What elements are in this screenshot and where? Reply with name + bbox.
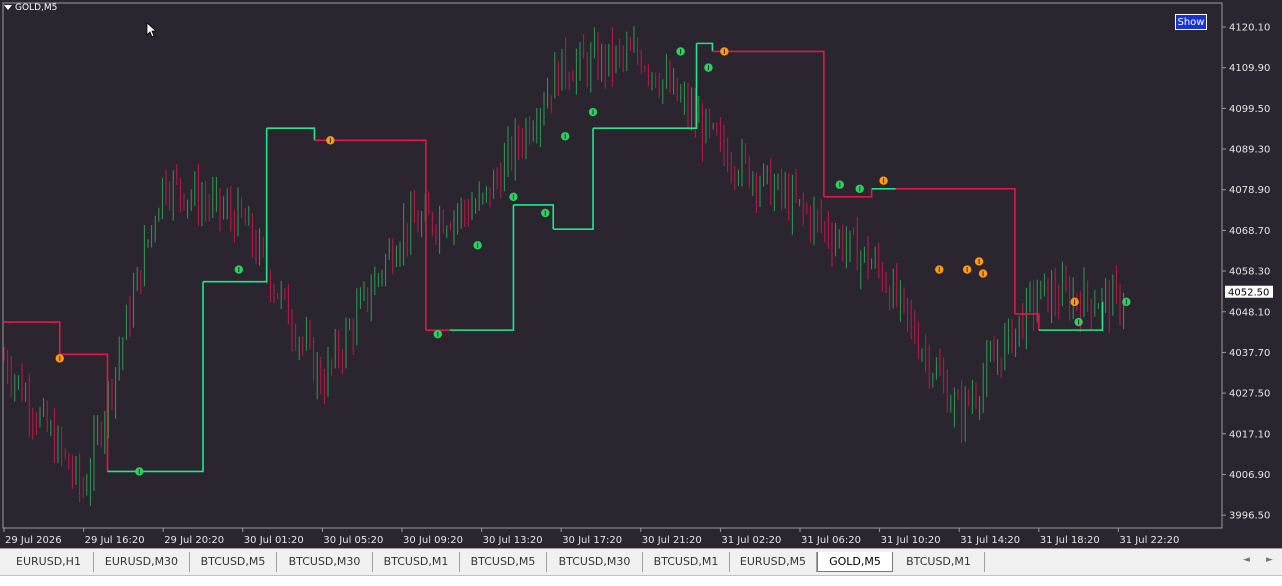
time-tick-label: 30 Jul 09:20	[403, 535, 463, 546]
trailing-stop-segment	[59, 353, 109, 472]
time-tick-label: 29 Jul 20:20	[164, 535, 224, 546]
chart-tab[interactable]: EURUSD,M5	[730, 552, 817, 572]
trailing-stop-segment	[449, 204, 515, 331]
current-price-label: 4052.50	[1228, 287, 1269, 298]
trailing-stop-segment	[4, 321, 61, 355]
trailing-stop-segment	[314, 139, 427, 331]
price-tick-label: 4027.50	[1229, 389, 1270, 400]
chart-tab[interactable]: BTCUSD,M5	[460, 552, 547, 572]
scroll-left-icon[interactable]: ◄	[1243, 555, 1250, 565]
toolbox-strip	[0, 575, 1282, 586]
mouse-cursor-icon	[146, 22, 158, 38]
trailing-stop-segment	[696, 42, 714, 52]
trailing-stop-segment	[513, 204, 555, 230]
show-button[interactable]: Show	[1175, 14, 1207, 30]
price-tick-label: 4068.70	[1229, 226, 1270, 237]
time-tick-label: 30 Jul 05:20	[323, 535, 383, 546]
chart-tab[interactable]: BTCUSD,M5	[190, 552, 277, 572]
price-tick-label: 4109.90	[1229, 63, 1270, 74]
trailing-stop-segment	[266, 127, 316, 141]
time-tick-label: 31 Jul 22:20	[1119, 535, 1179, 546]
price-tick-label: 4048.10	[1229, 307, 1270, 318]
time-tick-label: 31 Jul 18:20	[1040, 535, 1100, 546]
time-tick-label: 30 Jul 13:20	[483, 535, 543, 546]
time-tick-label: 31 Jul 02:20	[721, 535, 781, 546]
chart-title-bar: GOLD,M5	[4, 3, 57, 13]
chart-tab[interactable]: EURUSD,M30	[94, 552, 190, 572]
price-tick-label: 3996.50	[1229, 511, 1270, 522]
price-tick-label: 4037.70	[1229, 348, 1270, 359]
chart-tab[interactable]: GOLD,M5	[817, 552, 893, 572]
price-tick-label: 4099.50	[1229, 104, 1270, 115]
time-tick-label: 30 Jul 21:20	[642, 535, 702, 546]
time-tick-label: 30 Jul 17:20	[562, 535, 622, 546]
trailing-stop-segment	[895, 187, 1016, 314]
price-tick-label: 4017.10	[1229, 429, 1270, 440]
price-tick-label: 4006.90	[1229, 470, 1270, 481]
chart-title: GOLD,M5	[15, 3, 58, 13]
price-tick-label: 4078.90	[1229, 185, 1270, 196]
chart-tab[interactable]: EURUSD,H1	[4, 552, 94, 572]
price-tick-label: 4058.30	[1229, 267, 1270, 278]
time-tick-label: 29 Jul 2026	[5, 535, 62, 546]
price-chart[interactable]: 4120.10 4109.90 4099.50 4089.30 4078.90 4068.…	[0, 0, 1282, 548]
time-tick-label: 29 Jul 16:20	[85, 535, 145, 546]
chart-tabs-bar: EURUSD,H1 EURUSD,M30 BTCUSD,M5 BTCUSD,M30 BT…	[0, 548, 1282, 575]
chart-tab[interactable]: BTCUSD,M1	[373, 552, 460, 572]
chart-window[interactable]: 4120.10 4109.90 4099.50 4089.30 4078.90 4068.…	[0, 0, 1282, 548]
trailing-stop-segment	[107, 281, 204, 473]
chart-tab[interactable]: BTCUSD,M30	[277, 552, 373, 572]
trailing-stop-segment	[712, 50, 825, 197]
scroll-right-icon[interactable]: ►	[1266, 555, 1273, 565]
price-tick-label: 4120.10	[1229, 23, 1270, 34]
chart-tab[interactable]: BTCUSD,M1	[893, 552, 985, 572]
time-tick-label: 31 Jul 14:20	[960, 535, 1020, 546]
trailing-stop-segment	[553, 128, 594, 230]
chart-tab[interactable]: BTCUSD,M1	[643, 552, 730, 572]
trailing-stop-segment	[823, 188, 873, 198]
time-tick-label: 30 Jul 01:20	[244, 535, 304, 546]
time-tick-label: 31 Jul 06:20	[801, 535, 861, 546]
time-tick-label: 31 Jul 10:20	[881, 535, 941, 546]
chevron-down-icon[interactable]	[4, 5, 12, 11]
price-tick-label: 4089.30	[1229, 145, 1270, 156]
chart-tab[interactable]: BTCUSD,M30	[547, 552, 643, 572]
